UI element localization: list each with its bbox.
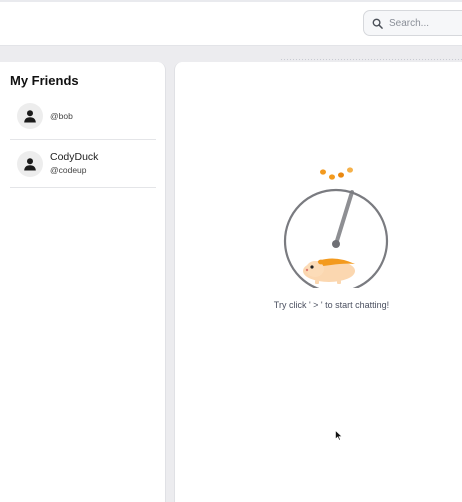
search-box[interactable] xyxy=(363,10,462,36)
friend-item-codyduck[interactable]: CodyDuck @codeup xyxy=(10,140,156,188)
avatar xyxy=(17,102,43,129)
start-chat-hint: Try click ' > ' to start chatting! xyxy=(273,300,390,310)
top-bar xyxy=(0,0,462,46)
avatar xyxy=(17,150,43,177)
search-input[interactable] xyxy=(389,17,462,29)
chat-panel: Try click ' > ' to start chatting! xyxy=(174,62,462,502)
user-icon xyxy=(24,109,36,122)
friend-name: CodyDuck xyxy=(50,151,99,163)
friend-handle: @bob xyxy=(50,110,73,121)
search-icon xyxy=(372,18,383,29)
hamster-wheel-icon xyxy=(283,167,389,288)
friend-text: @bob xyxy=(50,110,73,122)
sidebar-title: My Friends xyxy=(10,73,79,88)
friends-sidebar: My Friends @bob CodyDuck @codeup xyxy=(0,62,166,502)
friend-handle: @codeup xyxy=(50,165,87,175)
top-divider xyxy=(0,0,462,2)
user-icon xyxy=(24,157,36,170)
friend-text: CodyDuck @codeup xyxy=(50,151,98,176)
friend-item-bob[interactable]: @bob xyxy=(10,92,156,140)
mouse-cursor-icon xyxy=(335,430,343,441)
